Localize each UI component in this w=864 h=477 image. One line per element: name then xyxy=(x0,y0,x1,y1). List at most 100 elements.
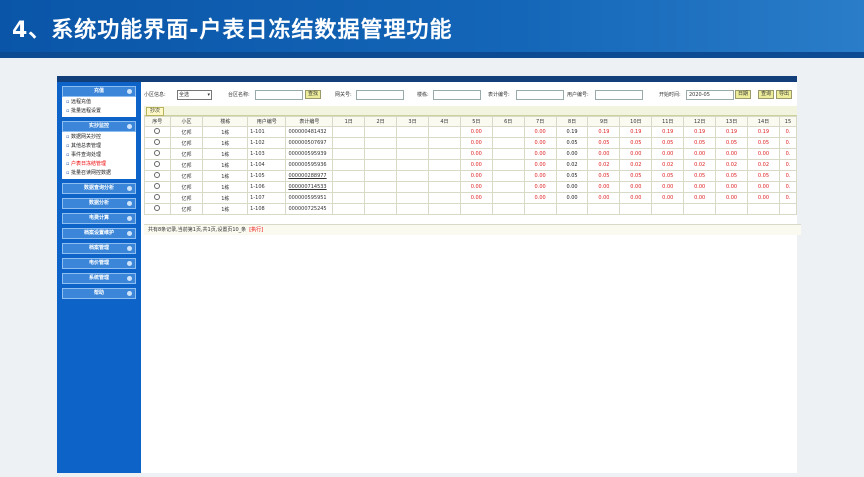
day-value-cell: 0.00 xyxy=(715,192,749,204)
sidebar-group-items: ▫ 数据网关抄控 ▫ 其他总表管理 ▫ 事件查询处理 ▫ 户表日冻结管理 ▫ 批量召读网… xyxy=(62,132,136,179)
date-button[interactable]: 日期 xyxy=(735,90,752,99)
day-value-cell xyxy=(491,137,525,149)
user-input[interactable] xyxy=(595,90,643,100)
column-header: 楼栋 xyxy=(202,116,249,127)
sidebar-group-3[interactable]: 数据分析 xyxy=(62,198,136,209)
sidebar-item[interactable]: ▫ 户表日冻结管理 xyxy=(62,160,136,169)
radio-icon[interactable] xyxy=(154,128,161,134)
day-value-cell: 0.05 xyxy=(651,170,685,182)
radio-icon[interactable] xyxy=(154,183,161,189)
day-value-cell: 0.05 xyxy=(683,137,717,149)
sidebar-group-4[interactable]: 电费计算 xyxy=(62,213,136,224)
column-header: 3日 xyxy=(396,116,429,127)
row-select-radio[interactable] xyxy=(144,137,171,149)
day-value-cell xyxy=(491,192,525,204)
sidebar-item[interactable]: ▫ 事件查询处理 xyxy=(62,151,136,160)
column-header: 11日 xyxy=(651,116,685,127)
community-cell: 亿邦 xyxy=(169,148,204,160)
column-header: 6日 xyxy=(491,116,525,127)
row-select-radio[interactable] xyxy=(144,170,171,182)
day-value-cell: 0.05 xyxy=(555,137,589,149)
user-id-cell: 1-101 xyxy=(247,126,287,138)
sidebar-item[interactable]: ▫ 其他总表管理 xyxy=(62,142,136,151)
day-value-cell: 0.00 xyxy=(587,181,621,193)
row-select-radio[interactable] xyxy=(144,181,171,193)
expand-icon xyxy=(127,231,132,236)
day-value-cell xyxy=(778,203,798,215)
radio-icon[interactable] xyxy=(154,139,161,145)
sidebar-group-5[interactable]: 档案设置维护 xyxy=(62,228,136,239)
column-header: 12日 xyxy=(683,116,717,127)
sidebar-group-2[interactable]: 数据查询分析 xyxy=(62,183,136,194)
sidebar-item[interactable]: ▫ 远程充值 xyxy=(62,98,136,107)
day-value-cell: 0.05 xyxy=(587,137,621,149)
sidebar-group-6[interactable]: 档案管理 xyxy=(62,243,136,254)
building-cell: 1栋 xyxy=(202,126,249,138)
unit-input[interactable] xyxy=(255,90,303,100)
column-header: 1日 xyxy=(332,116,366,127)
day-value-cell xyxy=(427,192,461,204)
meter-id-cell: 000000725245 xyxy=(285,203,334,215)
sidebar-item-label: 批量召读网控数据 xyxy=(70,170,111,176)
expand-icon xyxy=(127,276,132,281)
sidebar-group-0[interactable]: 充值 xyxy=(62,86,136,97)
row-select-radio[interactable] xyxy=(144,203,171,215)
day-value-cell xyxy=(364,181,398,193)
day-value-cell xyxy=(364,126,398,138)
day-value-cell: 0.19 xyxy=(715,126,749,138)
meter-id-cell[interactable]: 000000714533 xyxy=(285,181,334,193)
row-select-radio[interactable] xyxy=(144,148,171,160)
expand-icon xyxy=(127,89,132,94)
community-cell: 亿邦 xyxy=(169,181,204,193)
building-cell: 1栋 xyxy=(202,192,249,204)
building-label: 楼栋: xyxy=(417,92,429,98)
meter-id-cell[interactable]: 000000288977 xyxy=(285,170,334,182)
column-header: 7日 xyxy=(523,116,557,127)
tab-step[interactable]: 抄次 xyxy=(146,107,165,116)
day-value-cell xyxy=(332,148,366,160)
day-value-cell xyxy=(427,203,461,215)
community-cell: 亿邦 xyxy=(169,126,204,138)
table-row: 亿邦 1栋 1-103 000000595939 0.00 0.00 0.00 0.00 0.0… xyxy=(144,148,798,160)
community-label: 小区信息: xyxy=(144,92,166,98)
row-select-radio[interactable] xyxy=(144,126,171,138)
day-value-cell xyxy=(364,159,398,171)
sidebar-group-7[interactable]: 电价管理 xyxy=(62,258,136,269)
user-label: 用户编号: xyxy=(567,92,589,98)
sidebar-item[interactable]: ▫ 批量召读网控数据 xyxy=(62,169,136,178)
sidebar-item[interactable]: ▫ 批量远程设置 xyxy=(62,107,136,116)
meter-link[interactable]: 000000714533 xyxy=(288,184,326,190)
community-cell: 亿邦 xyxy=(169,137,204,149)
radio-icon[interactable] xyxy=(154,150,161,156)
gateway-input[interactable] xyxy=(356,90,404,100)
meter-link[interactable]: 000000288977 xyxy=(288,173,326,179)
row-select-radio[interactable] xyxy=(144,192,171,204)
query-button[interactable]: 查询 xyxy=(758,90,775,99)
community-select[interactable]: 全选 ▾ xyxy=(177,90,212,100)
building-input[interactable] xyxy=(433,90,481,100)
meter-input[interactable] xyxy=(516,90,564,100)
sidebar-group-9[interactable]: 帮助 xyxy=(62,288,136,299)
day-value-cell xyxy=(427,148,461,160)
gateway-label: 网关号: xyxy=(335,92,352,98)
day-value-cell xyxy=(427,170,461,182)
sidebar-item[interactable]: ▫ 数据网关抄控 xyxy=(62,133,136,142)
radio-icon[interactable] xyxy=(154,161,161,167)
day-value-cell xyxy=(491,148,525,160)
user-id-cell: 1-103 xyxy=(247,148,287,160)
start-label: 开始时间: xyxy=(659,92,681,98)
sidebar-group-8[interactable]: 系统管理 xyxy=(62,273,136,284)
day-value-cell: 0.19 xyxy=(555,126,589,138)
sidebar-group-1[interactable]: 实抄监控 xyxy=(62,121,136,132)
row-select-radio[interactable] xyxy=(144,159,171,171)
radio-icon[interactable] xyxy=(154,194,161,200)
sidebar-group-label: 数据分析 xyxy=(88,200,109,206)
start-date-input[interactable]: 2020-05 xyxy=(686,90,734,100)
radio-icon[interactable] xyxy=(154,205,161,211)
radio-icon[interactable] xyxy=(154,172,161,178)
export-button[interactable]: 导出 xyxy=(776,90,793,99)
day-value-cell: 0.00 xyxy=(715,181,749,193)
search-button[interactable]: 查找 xyxy=(305,90,322,99)
day-value-cell: 0.00 xyxy=(459,126,493,138)
execute-link[interactable]: [执行] xyxy=(249,227,263,233)
